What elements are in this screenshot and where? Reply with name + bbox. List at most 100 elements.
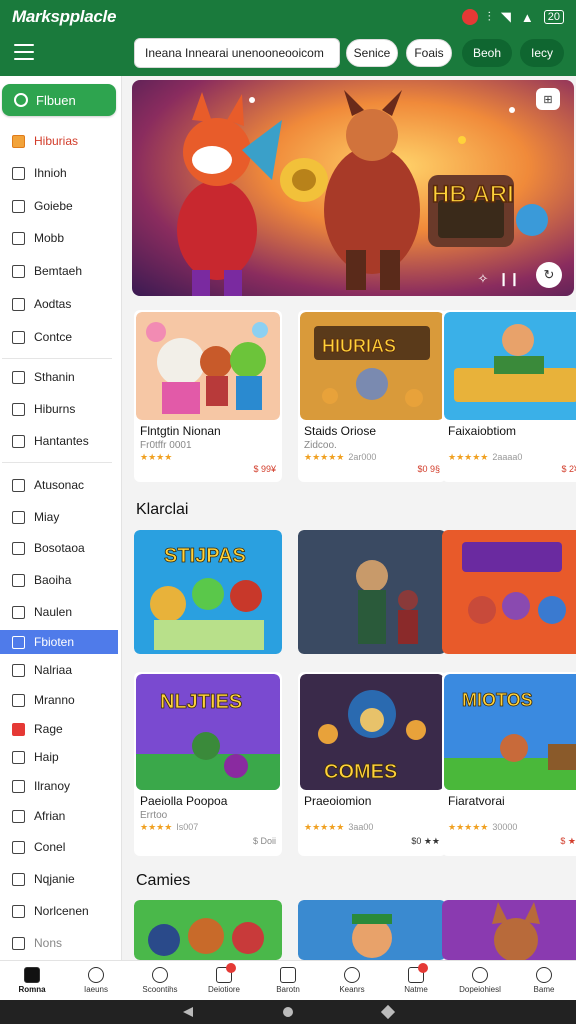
tab-label: Romna <box>18 985 46 994</box>
battery-icon: 20 <box>543 10 564 24</box>
header-button-3[interactable]: Beoh <box>462 39 512 67</box>
sidebar-item-23[interactable]: Nqjanie <box>0 867 118 891</box>
share-icon[interactable]: ✧ <box>474 266 492 292</box>
category-icon <box>12 840 25 854</box>
game-thumbnail <box>136 312 280 420</box>
sidebar-label: Haip <box>34 750 59 764</box>
app-header: Markspplacle ⫶ ◥ ▲ 20 Ineana Innearai un… <box>0 0 576 76</box>
tab-5[interactable]: Barotn <box>256 961 320 1000</box>
sidebar-item-13[interactable]: Baoiha <box>0 568 118 592</box>
sidebar-item-21[interactable]: Afrian <box>0 804 118 828</box>
recents-icon[interactable] <box>380 1004 396 1020</box>
sidebar-item-0[interactable]: Hiburias <box>0 129 118 153</box>
sidebar-label: Fbioten <box>34 635 75 649</box>
sidebar-label: Baoiha <box>34 573 72 587</box>
sidebar-item-1[interactable]: Ihnioh <box>0 161 118 185</box>
game-thumbnail[interactable] <box>298 530 446 654</box>
game-card[interactable]: COMES Praeoiomion ★★★★★ 3aa00 $0 ★★ <box>298 672 446 856</box>
sidebar-item-11[interactable]: Miay <box>0 505 118 529</box>
rating-stars: ★★★★★ 2ar000 <box>304 452 377 462</box>
status-icons: ⫶ ◥ ▲ 20 <box>461 9 564 25</box>
game-card[interactable]: Faixaiobtiom ★★★★★2aaaa0 $ 2¥9 <box>442 310 576 482</box>
sidebar-item-25[interactable]: Nons <box>0 931 118 955</box>
tab-4[interactable]: Deiotiore <box>192 961 256 1000</box>
tab-7[interactable]: Natme <box>384 961 448 1000</box>
sidebar-item-9[interactable]: Hantantes <box>0 429 118 453</box>
category-icon <box>12 635 25 649</box>
search-input[interactable]: Ineana Innearai unenooneooicom <box>134 38 340 68</box>
sidebar-item-20[interactable]: Ilranoy <box>0 774 118 798</box>
gallery-icon[interactable]: ⊞ <box>536 88 560 110</box>
card-price: $ ★★ <box>560 836 576 846</box>
game-thumbnail[interactable] <box>298 900 446 960</box>
refresh-icon[interactable]: ↻ <box>536 262 562 288</box>
tab-3[interactable]: Scoontihs <box>128 961 192 1000</box>
sidebar-item-17[interactable]: Mranno <box>0 688 118 712</box>
category-icon <box>12 936 25 950</box>
hero-banner[interactable]: HB ARI ⊞ ✧ ❙❙ ↻ <box>132 80 574 296</box>
sidebar-divider <box>2 462 112 463</box>
tab-9[interactable]: Bame <box>512 961 576 1000</box>
card-title: Praeoiomion <box>304 794 372 808</box>
back-icon[interactable] <box>183 1007 193 1017</box>
menu-icon[interactable] <box>14 44 34 60</box>
game-card[interactable]: NLJTIES Paeiolla Poopoa Errtoo ★★★★ Is007… <box>134 672 282 856</box>
category-icon <box>12 541 25 555</box>
card-subtitle: Zidcoo. <box>304 440 337 451</box>
game-thumbnail[interactable] <box>442 900 576 960</box>
section-title: Camies <box>136 872 191 889</box>
sidebar-label: Ihnioh <box>34 166 67 180</box>
category-icon <box>12 872 25 886</box>
game-card[interactable]: Flntgtin Nionan Fr0tffr 0001 ★★★★ $ 99¥ <box>134 310 282 482</box>
game-thumbnail[interactable] <box>442 530 576 654</box>
sidebar-label: Rage <box>34 722 63 736</box>
signal-icon: ▲ <box>520 9 534 25</box>
sidebar-item-18[interactable]: Rage <box>0 717 118 741</box>
sidebar-item-8[interactable]: Hiburns <box>0 397 118 421</box>
category-icon <box>12 779 25 793</box>
sidebar-item-6[interactable]: Contce <box>0 325 118 349</box>
header-button-2[interactable]: Foais <box>406 39 452 67</box>
sidebar-item-12[interactable]: Bosotaoa <box>0 536 118 560</box>
wifi-icon: ◥ <box>500 9 511 24</box>
sidebar-item-24[interactable]: Norlcenen <box>0 899 118 923</box>
tab-8[interactable]: Dopeiohiesl <box>448 961 512 1000</box>
sidebar-item-2[interactable]: Goiebe <box>0 194 118 218</box>
sidebar-item-22[interactable]: Conel <box>0 835 118 859</box>
sidebar-item-10[interactable]: Atusonac <box>0 473 118 497</box>
svg-text:MIOTOS: MIOTOS <box>462 690 533 710</box>
card-title: Flntgtin Nionan <box>140 424 221 438</box>
tab-2[interactable]: Iaeuns <box>64 961 128 1000</box>
header-button-4[interactable]: Iecy <box>520 39 564 67</box>
filter-button[interactable]: Flbuen <box>2 84 116 116</box>
sidebar-item-5[interactable]: Aodtas <box>0 292 118 316</box>
sidebar-label: Nons <box>34 936 63 950</box>
category-icon <box>12 722 25 736</box>
sidebar-item-14[interactable]: Naulen <box>0 600 118 624</box>
sidebar-item-3[interactable]: Mobb <box>0 226 118 250</box>
header-button-1[interactable]: Senice <box>346 39 398 67</box>
home-icon <box>24 967 40 983</box>
sidebar-item-15[interactable]: Fbioten <box>0 630 118 654</box>
tab-label: Barotn <box>276 985 300 994</box>
pause-icon[interactable]: ❙❙ <box>498 266 520 292</box>
sidebar-label: Hiburias <box>34 134 79 148</box>
sidebar-item-16[interactable]: Nalriaa <box>0 658 118 682</box>
tab-6[interactable]: Keanrs <box>320 961 384 1000</box>
game-card[interactable]: HIURIAS Staids Oriose Zidcoo. ★★★★★ 2ar00… <box>298 310 446 482</box>
category-icon <box>12 199 25 213</box>
game-thumbnail[interactable]: STIJPAS <box>134 530 282 654</box>
sidebar-item-19[interactable]: Haip <box>0 745 118 769</box>
game-card[interactable]: MIOTOS Fiaratvorai ★★★★★30000 $ ★★ <box>442 672 576 856</box>
sidebar-item-4[interactable]: Bemtaeh <box>0 259 118 283</box>
sidebar-label: Bosotaoa <box>34 541 85 555</box>
sidebar-label: Atusonac <box>34 478 85 492</box>
sidebar-item-7[interactable]: Sthanin <box>0 365 118 389</box>
svg-text:COMES: COMES <box>324 761 397 783</box>
sidebar-label: Bemtaeh <box>34 264 83 278</box>
home-button-icon[interactable] <box>283 1007 293 1017</box>
game-thumbnail[interactable] <box>134 900 282 960</box>
tab-home[interactable]: Romna <box>0 961 64 1000</box>
category-icon <box>12 297 25 311</box>
category-icon <box>12 402 25 416</box>
